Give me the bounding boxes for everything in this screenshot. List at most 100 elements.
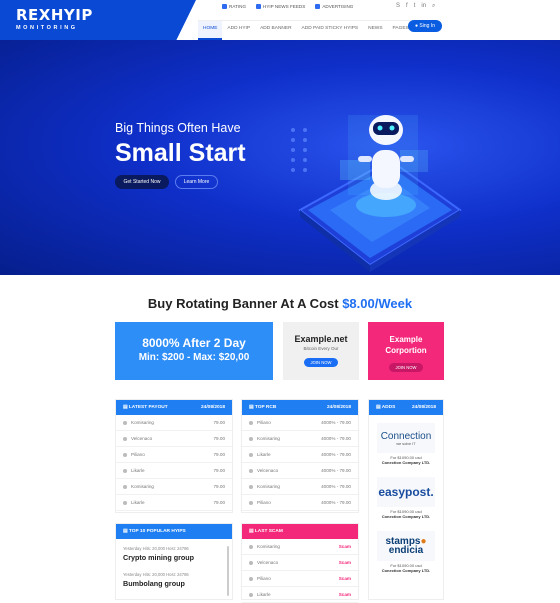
logo[interactable]: REXHYIP MONITORING [0,0,196,40]
row-value: Scam [338,544,351,549]
row-value: 79.00 [213,436,226,441]
learn-more-button[interactable]: Learn More [175,175,218,189]
table-row[interactable]: Komisaring 79.00 [116,479,232,495]
row-name: Likarle [257,592,271,597]
get-started-button[interactable]: Get Started Now [115,175,169,189]
row-value: 79.00 [213,452,226,457]
table-row[interactable]: Komisaring 4000% - 79.00 [242,479,358,495]
nav-add-hyip[interactable]: ADD HYIP [222,20,256,40]
row-value: 4000% - 79.00 [321,500,351,505]
ad-logo-easypost: easypost. [377,477,435,507]
linkedin-icon[interactable]: in [421,3,426,10]
ad-item-stamps[interactable]: stamps● endicia For $1090.00 usd Conectio… [377,531,435,573]
top-link-news[interactable]: HYIP NEWS FEEDS [256,4,305,9]
top-link-rating[interactable]: RATING [222,4,246,9]
table-row[interactable]: Piliano 4000% - 79.00 [242,495,358,511]
card2-join-button[interactable]: JOIN NOW [303,358,339,367]
table-row[interactable]: Likarle 4000% - 79.00 [242,447,358,463]
card3-join-button[interactable]: JOIN NOW [388,363,424,372]
row-name: Piliano [257,500,271,505]
table-row[interactable]: Piliano Scam [242,571,358,587]
ad-logo-connection: Connection we solve IT [377,423,435,453]
popular-item[interactable]: Yesterday Hits: 20,000 Host: 24786 Bumbo… [116,565,232,591]
table-row[interactable]: Likarle 79.00 [116,495,232,511]
nav-home[interactable]: HOME [198,20,223,40]
user-icon [249,576,253,581]
user-icon [123,484,127,489]
table-row[interactable]: Velcenaco Scam [242,555,358,571]
user-icon [123,420,127,425]
user-icon [249,500,253,505]
nav-news[interactable]: NEWS [363,20,388,40]
user-icon [249,484,253,489]
row-value: 4000% - 79.00 [321,468,351,473]
banner-card-1[interactable]: 8000% After 2 Day Min: $200 - Max: $20,0… [115,322,273,380]
table-row[interactable]: Velcenaco 4000% - 79.00 [242,463,358,479]
logo-subtitle: MONITORING [16,25,78,31]
card3-title: Example Corportion [385,335,427,355]
popular-item[interactable]: Yesterday Hits: 20,000 Host: 24786 Crypt… [116,539,232,565]
user-icon [249,468,253,473]
row-name: Komisaring [257,436,280,441]
facebook-icon[interactable]: f [406,3,408,10]
hero-subtitle: Big Things Often Have [115,121,241,135]
ad-company: Conection Company LTD. [381,460,431,465]
news-icon [256,4,262,9]
row-name: Likarle [131,500,145,505]
row-name: Komisaring [131,420,154,425]
skype-icon[interactable]: S [396,3,400,10]
row-value: 4000% - 79.00 [321,484,351,489]
hero-banner: Big Things Often Have Small Start Get St… [0,40,560,275]
banner-card-2[interactable]: Example.net Bitcoin Every Our JOIN NOW [283,322,359,380]
user-icon [249,420,253,425]
row-name: Velcenaco [131,436,153,441]
latest-payout-header: ▤ LATEST PAYOUT 24/08/2018 [116,400,232,415]
rating-icon [222,4,227,9]
card2-title: Example.net [294,334,348,344]
adds-panel: ▤ ADDS 24/08/2018 Connection we solve IT … [368,399,444,600]
ad-logo-stamps: stamps● endicia [377,531,435,561]
row-value: 4000% - 79.00 [321,436,351,441]
logo-title: REXHYIP [16,6,93,24]
top-links: RATING HYIP NEWS FEEDS ADVERTISING [222,4,353,9]
row-value: Scam [338,592,351,597]
table-row[interactable]: Piliano 4000% - 79.00 [242,415,358,431]
user-icon [123,436,127,441]
row-value: 79.00 [213,500,226,505]
twitter-icon[interactable]: t [414,3,416,10]
top-link-advertising[interactable]: ADVERTISING [315,4,353,9]
popular-hyips-header: ▤ TOP 10 POPULAR HYIPS [116,524,232,539]
table-row[interactable]: Likarle Scam [242,587,358,603]
row-value: 79.00 [213,420,226,425]
row-value: Scam [338,560,351,565]
search-icon[interactable]: ⌕ [432,3,435,10]
row-name: Piliano [131,452,145,457]
table-row[interactable]: Komisaring 79.00 [116,415,232,431]
signin-button[interactable]: ● Sing In [408,20,442,32]
user-icon [249,592,253,597]
user-icon [249,436,253,441]
nav-add-banner[interactable]: ADD BANNER [255,20,297,40]
row-name: Komisaring [131,484,154,489]
scrollbar[interactable] [227,546,229,596]
adds-header: ▤ ADDS 24/08/2018 [369,400,443,415]
card1-subtitle: Min: $200 - Max: $20,00 [138,352,250,363]
ad-item-easypost[interactable]: easypost. For $1090.00 usd Conection Com… [377,477,435,519]
table-row[interactable]: Velcenaco 79.00 [116,431,232,447]
row-value: Scam [338,576,351,581]
ad-company: Conection Company LTD. [381,568,431,573]
table-row[interactable]: Komisaring Scam [242,539,358,555]
last-scam-panel: ▤ LAST SCAM Komisaring Scam Velcenaco Scam P… [241,523,359,603]
latest-payout-panel: ▤ LATEST PAYOUT 24/08/2018 Komisaring 79.… [115,399,233,513]
user-icon [123,500,127,505]
nav-add-paid-sticky[interactable]: ADD PAID STICKY HYIPS [296,20,364,40]
user-icon [249,452,253,457]
table-row[interactable]: Likarle 79.00 [116,463,232,479]
row-value: 4000% - 79.00 [321,420,351,425]
table-row[interactable]: Komisaring 4000% - 79.00 [242,431,358,447]
row-value: 79.00 [213,484,226,489]
row-name: Komisaring [257,544,280,549]
ad-item-connection[interactable]: Connection we solve IT For $1090.00 usd C… [377,423,435,465]
table-row[interactable]: Piliano 79.00 [116,447,232,463]
banner-card-3[interactable]: Example Corportion JOIN NOW [368,322,444,380]
